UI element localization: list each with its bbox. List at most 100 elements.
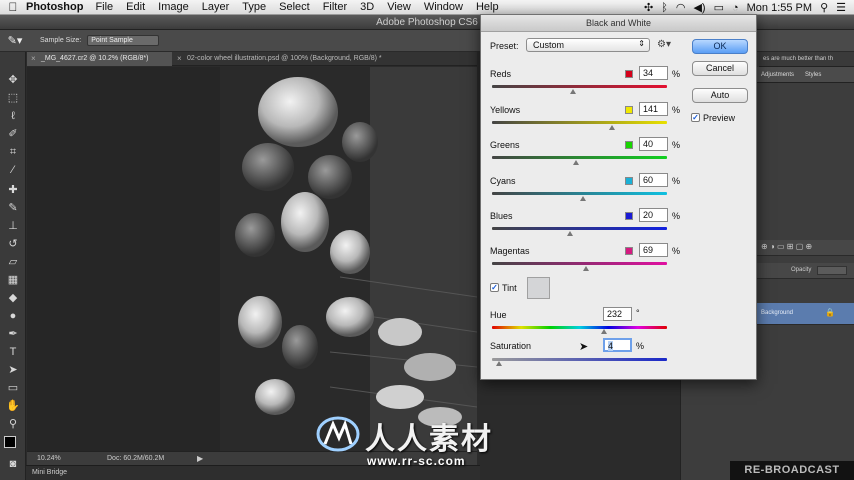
lasso-tool-icon[interactable]: ℓ bbox=[3, 108, 23, 124]
opacity-field[interactable] bbox=[817, 266, 847, 275]
marquee-tool-icon[interactable]: ⬚ bbox=[3, 90, 23, 106]
brush-tool-icon[interactable]: ✎ bbox=[3, 200, 23, 216]
lanterns-photo-graphic bbox=[220, 67, 477, 451]
dodge-tool-icon[interactable]: ● bbox=[3, 308, 23, 324]
preset-options-gear-icon[interactable]: ⚙▾ bbox=[657, 39, 671, 50]
close-tab-icon[interactable]: × bbox=[31, 52, 36, 66]
layer-background-row[interactable]: Background 🔒 bbox=[757, 303, 854, 325]
clone-stamp-tool-icon[interactable]: ⊥ bbox=[3, 218, 23, 234]
tab-styles[interactable]: Styles bbox=[805, 72, 821, 78]
hue-input[interactable]: 232 bbox=[603, 307, 632, 321]
zoom-tool-icon[interactable]: ⚲ bbox=[3, 416, 23, 432]
saturation-unit: % bbox=[636, 341, 645, 351]
menu-window[interactable]: Window bbox=[424, 1, 463, 13]
hue-unit: ° bbox=[636, 308, 640, 318]
eyedropper-tool-icon[interactable]: ⁄ bbox=[3, 162, 23, 178]
eyedropper-tool-icon[interactable]: ✎▾ bbox=[0, 34, 30, 47]
battery-icon[interactable]: ▭ bbox=[714, 1, 724, 14]
mini-bridge-tab[interactable]: Mini Bridge bbox=[32, 469, 67, 476]
tab-adjustments[interactable]: Adjustments bbox=[761, 72, 794, 78]
yellows-slider-thumb[interactable] bbox=[609, 125, 615, 130]
menu-filter[interactable]: Filter bbox=[323, 1, 347, 13]
zoom-level[interactable]: 10.24% bbox=[37, 455, 61, 462]
yellows-input[interactable]: 141 bbox=[639, 102, 668, 116]
type-tool-icon[interactable]: T bbox=[3, 344, 23, 360]
cancel-button[interactable]: Cancel bbox=[692, 61, 748, 76]
tab-color-wheel[interactable]: × 02-color wheel illustration.psd @ 100%… bbox=[173, 52, 473, 66]
watermark-url: www.rr-sc.com bbox=[367, 454, 466, 468]
pen-tool-icon[interactable]: ✒ bbox=[3, 326, 23, 342]
cyans-input[interactable]: 60 bbox=[639, 173, 668, 187]
menu-select[interactable]: Select bbox=[279, 1, 310, 13]
blues-swatch bbox=[625, 212, 633, 220]
magentas-input[interactable]: 69 bbox=[639, 243, 668, 257]
status-menu-icon[interactable]: ▶ bbox=[197, 454, 203, 463]
menu-file[interactable]: File bbox=[95, 1, 113, 13]
saturation-input[interactable]: 4 bbox=[603, 338, 632, 352]
app-menu[interactable]: Photoshop bbox=[26, 1, 83, 13]
preview-checkbox[interactable]: ✓ bbox=[691, 113, 700, 122]
greens-input[interactable]: 40 bbox=[639, 137, 668, 151]
hue-slider[interactable] bbox=[492, 326, 667, 329]
blues-input[interactable]: 20 bbox=[639, 208, 668, 222]
preset-select[interactable]: Custom ⇕ bbox=[526, 38, 650, 52]
blues-slider-thumb[interactable] bbox=[567, 231, 573, 236]
quick-select-tool-icon[interactable]: ✐ bbox=[3, 126, 23, 142]
apple-menu-icon[interactable]:  bbox=[0, 0, 26, 14]
reds-slider[interactable] bbox=[492, 85, 667, 88]
magentas-slider[interactable] bbox=[492, 262, 667, 265]
magentas-slider-thumb[interactable] bbox=[583, 266, 589, 271]
tint-checkbox[interactable]: ✓ bbox=[490, 283, 499, 292]
menu-image[interactable]: Image bbox=[158, 1, 189, 13]
select-arrows-icon: ⇕ bbox=[638, 39, 645, 48]
sample-size-select[interactable]: Point Sample bbox=[87, 35, 160, 46]
blur-tool-icon[interactable]: ◆ bbox=[3, 290, 23, 306]
lanterns-photo[interactable] bbox=[220, 67, 477, 451]
auto-button[interactable]: Auto bbox=[692, 88, 748, 103]
mouse-cursor-icon: ➤ bbox=[579, 341, 589, 353]
close-tab-icon[interactable]: × bbox=[177, 52, 182, 66]
spotlight-icon[interactable]: ⚲ bbox=[820, 1, 828, 14]
history-brush-tool-icon[interactable]: ↺ bbox=[3, 236, 23, 252]
healing-brush-tool-icon[interactable]: ✚ bbox=[3, 182, 23, 198]
menu-help[interactable]: Help bbox=[476, 1, 499, 13]
foreground-color-swatch[interactable] bbox=[4, 436, 16, 448]
preview-label: Preview bbox=[703, 113, 736, 123]
yellows-slider[interactable] bbox=[492, 121, 667, 124]
menu-edit[interactable]: Edit bbox=[126, 1, 145, 13]
menu-view[interactable]: View bbox=[387, 1, 411, 13]
volume-icon[interactable]: ◀) bbox=[693, 1, 705, 14]
hand-tool-icon[interactable]: ✋ bbox=[3, 398, 23, 414]
notification-icon[interactable]: ☰ bbox=[836, 1, 846, 14]
gradient-tool-icon[interactable]: ▦ bbox=[3, 272, 23, 288]
blues-slider[interactable] bbox=[492, 227, 667, 230]
shape-tool-icon[interactable]: ▭ bbox=[3, 380, 23, 396]
move-tool-icon[interactable]: ✥ bbox=[3, 72, 23, 88]
tab-mg-4627[interactable]: × _MG_4627.cr2 @ 10.2% (RGB/8*) bbox=[27, 52, 172, 66]
time-machine-icon[interactable]: ◔ bbox=[732, 2, 739, 14]
eraser-tool-icon[interactable]: ▱ bbox=[3, 254, 23, 270]
reds-slider-thumb[interactable] bbox=[570, 89, 576, 94]
menu-layer[interactable]: Layer bbox=[202, 1, 230, 13]
hue-slider-thumb[interactable] bbox=[601, 329, 607, 334]
saturation-label: Saturation bbox=[490, 341, 532, 351]
status-icon[interactable]: ✣ bbox=[644, 1, 653, 14]
menu-3d[interactable]: 3D bbox=[360, 1, 374, 13]
saturation-slider-thumb[interactable] bbox=[496, 361, 502, 366]
wifi-icon[interactable]: ◠ bbox=[676, 1, 686, 14]
menubar-clock[interactable]: Mon 1:55 PM bbox=[747, 2, 812, 14]
quick-mask-icon[interactable]: ◙ bbox=[3, 456, 23, 472]
cyans-slider-thumb[interactable] bbox=[580, 196, 586, 201]
ok-button[interactable]: OK bbox=[692, 39, 748, 54]
bluetooth-icon[interactable]: ᛒ bbox=[661, 2, 668, 14]
menu-type[interactable]: Type bbox=[242, 1, 266, 13]
saturation-slider[interactable] bbox=[492, 358, 667, 361]
reds-input[interactable]: 34 bbox=[639, 66, 668, 80]
greens-slider[interactable] bbox=[492, 156, 667, 159]
doc-size[interactable]: Doc: 60.2M/60.2M bbox=[107, 455, 164, 462]
path-select-tool-icon[interactable]: ➤ bbox=[3, 362, 23, 378]
crop-tool-icon[interactable]: ⌗ bbox=[3, 144, 23, 160]
cyans-slider[interactable] bbox=[492, 192, 667, 195]
tint-color-swatch[interactable] bbox=[527, 277, 550, 299]
greens-slider-thumb[interactable] bbox=[573, 160, 579, 165]
